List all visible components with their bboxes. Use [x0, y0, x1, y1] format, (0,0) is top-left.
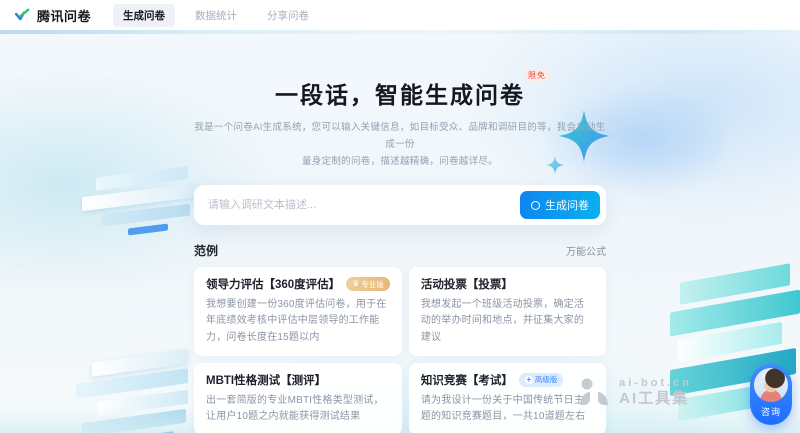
survey-prompt-bar: 生成问卷 [194, 185, 606, 225]
example-card-leadership[interactable]: 领导力评估【360度评估】 ♛ 专业版 我想要创建一份360度评估问卷，用于在年… [194, 267, 402, 356]
tab-share-survey[interactable]: 分享问卷 [257, 4, 319, 27]
examples-section-title: 范例 [194, 242, 218, 259]
advanced-plan-badge: + 高级版 [519, 373, 564, 387]
decoration-left-slabs [82, 172, 212, 244]
logo-check-icon [14, 7, 31, 24]
watermark-name: AI工具集 [619, 390, 692, 407]
avatar [754, 368, 788, 402]
app-logo[interactable]: 腾讯问卷 [14, 6, 91, 25]
watermark: ai-bot.cn AI工具集 [577, 377, 692, 407]
plus-icon: + [525, 376, 533, 384]
hero-section: 一段话，智能生成问卷 限免 我是一个问卷AI生成系统，您可以输入关键信息，如目标… [194, 30, 606, 170]
main-area: 一段话，智能生成问卷 限免 我是一个问卷AI生成系统，您可以输入关键信息，如目标… [0, 30, 800, 433]
tab-generate-survey[interactable]: 生成问卷 [113, 4, 175, 27]
consult-widget[interactable]: 咨询 [750, 364, 792, 425]
nav-tabs: 生成问卷 数据统计 分享问卷 [113, 4, 319, 27]
tab-data-statistics[interactable]: 数据统计 [185, 4, 247, 27]
app-title: 腾讯问卷 [37, 6, 91, 25]
watermark-site: ai-bot.cn [619, 377, 692, 390]
page-title: 一段话，智能生成问卷 [275, 82, 525, 108]
survey-prompt-input[interactable] [208, 199, 520, 211]
universal-formula-link[interactable]: 万能公式 [566, 243, 606, 258]
example-card-activity-vote[interactable]: 活动投票【投票】 我想发起一个班级活动投票，确定活动的举办时间和地点，并征集大家… [409, 267, 606, 356]
generate-survey-button[interactable]: 生成问卷 [520, 191, 600, 219]
example-card-mbti[interactable]: MBTI性格测试【测评】 出一套简版的专业MBTI性格类型测试，让用户10题之内… [194, 363, 402, 433]
consult-label: 咨询 [754, 405, 788, 418]
watermark-logo-icon [577, 377, 611, 407]
pro-plan-badge: ♛ 专业版 [346, 277, 390, 291]
decoration-bottom-left-stack [74, 356, 204, 433]
generate-ring-icon [531, 201, 540, 210]
free-badge: 限免 [525, 69, 549, 82]
crown-icon: ♛ [352, 280, 359, 288]
example-cards-grid: 领导力评估【360度评估】 ♛ 专业版 我想要创建一份360度评估问卷，用于在年… [194, 267, 606, 433]
top-nav: 腾讯问卷 生成问卷 数据统计 分享问卷 [0, 0, 800, 30]
hero-subtitle: 我是一个问卷AI生成系统，您可以输入关键信息，如目标受众、品牌和调研目的等，我会… [194, 119, 606, 170]
